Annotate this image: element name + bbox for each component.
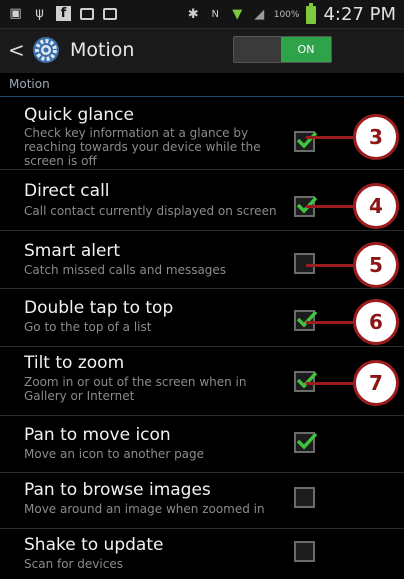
setting-title: Shake to update: [24, 535, 164, 555]
check-icon: [296, 371, 318, 389]
setting-double-tap-to-top[interactable]: Double tap to top Go to the top of a lis…: [0, 289, 404, 347]
setting-title: Smart alert: [24, 241, 121, 261]
setting-pan-to-browse-images[interactable]: Pan to browse images Move around an imag…: [0, 473, 404, 529]
toggle-on-label: ON: [281, 37, 331, 62]
setting-pan-to-move-icon[interactable]: Pan to move icon Move an icon to another…: [0, 416, 404, 473]
page-title: Motion: [70, 39, 135, 61]
callout-6: 6: [353, 299, 399, 345]
callout-5: 5: [353, 242, 399, 288]
setting-title: Pan to move icon: [24, 425, 171, 445]
setting-title: Pan to browse images: [24, 480, 211, 500]
callout-line: [306, 382, 356, 385]
setting-description: Call contact currently displayed on scre…: [24, 204, 277, 218]
wifi-icon: ▼: [232, 7, 243, 22]
setting-description: Catch missed calls and messages: [24, 263, 227, 277]
motion-toggle[interactable]: ON: [233, 36, 332, 63]
check-icon: [296, 310, 318, 328]
signal-icon: ◢: [254, 7, 265, 22]
callout-line: [306, 264, 356, 267]
check-icon: [296, 432, 318, 450]
mail-icon: [80, 8, 94, 20]
usb-icon: ψ: [35, 6, 44, 21]
facebook-icon: f: [56, 6, 71, 21]
setting-smart-alert[interactable]: Smart alert Catch missed calls and messa…: [0, 231, 404, 289]
setting-description: Move an icon to another page: [24, 447, 205, 461]
bluetooth-icon: ✱: [187, 7, 199, 22]
section-header: Motion: [0, 74, 404, 97]
setting-title: Tilt to zoom: [24, 353, 125, 373]
setting-title: Direct call: [24, 181, 110, 201]
checkbox[interactable]: [294, 432, 318, 453]
gmail-icon: [103, 8, 117, 20]
callout-4: 4: [353, 183, 399, 229]
setting-description: Scan for devices: [24, 557, 123, 571]
setting-quick-glance[interactable]: Quick glance Check key information at a …: [0, 97, 404, 170]
callout-line: [306, 136, 356, 139]
checkbox[interactable]: [294, 541, 315, 562]
section-label: Motion: [9, 77, 50, 91]
setting-description: Check key information at a glance by rea…: [24, 126, 261, 168]
setting-description: Move around an image when zoomed in: [24, 502, 265, 516]
battery-icon: [306, 2, 317, 24]
setting-direct-call[interactable]: Direct call Call contact currently displ…: [0, 170, 404, 231]
callout-7: 7: [353, 360, 399, 406]
nfc-icon: N: [211, 9, 219, 20]
clock: 4:27 PM: [323, 4, 396, 25]
setting-title: Double tap to top: [24, 298, 174, 318]
checkbox[interactable]: [294, 131, 318, 152]
back-icon[interactable]: <: [8, 39, 25, 61]
action-bar: < Motion ON: [0, 29, 404, 73]
checkbox[interactable]: [294, 487, 315, 508]
setting-title: Quick glance: [24, 105, 134, 125]
status-bar: ▣ ψ f ✱ N ▼ ◢ 100% 4:27 PM: [0, 0, 404, 29]
setting-shake-to-update[interactable]: Shake to update Scan for devices: [0, 529, 404, 579]
check-icon: [296, 131, 318, 149]
battery-percent: 100%: [273, 9, 300, 20]
setting-description: Zoom in or out of the screen when in Gal…: [24, 375, 247, 403]
callout-3: 3: [353, 114, 399, 160]
callout-line: [306, 321, 356, 324]
setting-description: Go to the top of a list: [24, 320, 152, 334]
callout-line: [306, 205, 356, 208]
sim-icon: ▣: [9, 6, 22, 21]
gear-icon: [33, 37, 59, 63]
